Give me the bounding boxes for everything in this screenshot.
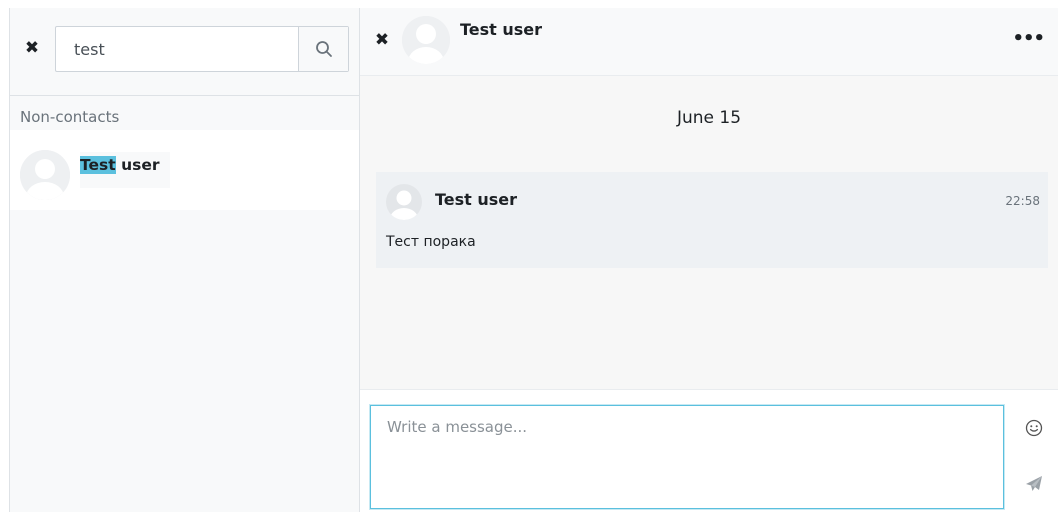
search-header: ✖ — [10, 8, 359, 96]
search-icon — [315, 41, 332, 57]
close-conversation-button[interactable]: ✖ — [372, 30, 392, 50]
search-panel: ✖ Non-contacts — [9, 8, 360, 512]
messaging-drawer: ✖ Non-contacts — [0, 0, 1058, 512]
search-box — [55, 26, 349, 72]
non-contacts-heading: Non-contacts — [10, 104, 359, 130]
conversation-menu-button[interactable]: ••• — [1012, 28, 1045, 49]
result-name-rest: user — [115, 156, 160, 174]
header-avatar-icon[interactable] — [402, 16, 450, 64]
compose-area — [360, 389, 1058, 512]
paper-plane-icon — [1026, 476, 1042, 491]
smiley-icon — [1025, 419, 1043, 437]
conversation-header: ✖ Test user ••• — [360, 8, 1058, 76]
emoji-button[interactable] — [1022, 416, 1046, 440]
search-button[interactable] — [298, 27, 348, 71]
message-input[interactable] — [370, 405, 1004, 509]
close-search-button[interactable]: ✖ — [22, 38, 42, 58]
message-text: Тест порака — [386, 234, 476, 250]
search-result-item[interactable]: Test user — [10, 130, 359, 210]
message-date-divider: June 15 — [676, 108, 742, 128]
search-input[interactable] — [56, 27, 297, 71]
message-item: Test user 22:58 Тест порака — [376, 172, 1048, 268]
message-sender: Test user — [435, 190, 518, 209]
result-name[interactable]: Test user — [80, 156, 160, 174]
send-button[interactable] — [1022, 472, 1046, 496]
conversation-panel: ✖ Test user ••• June 15 Test user 22:58 … — [360, 8, 1058, 512]
user-avatar-icon — [20, 150, 70, 200]
message-avatar-icon — [386, 184, 422, 220]
message-timestamp: 22:58 — [1005, 194, 1040, 208]
conversation-title[interactable]: Test user — [460, 20, 542, 39]
search-highlight: Test — [80, 156, 116, 174]
